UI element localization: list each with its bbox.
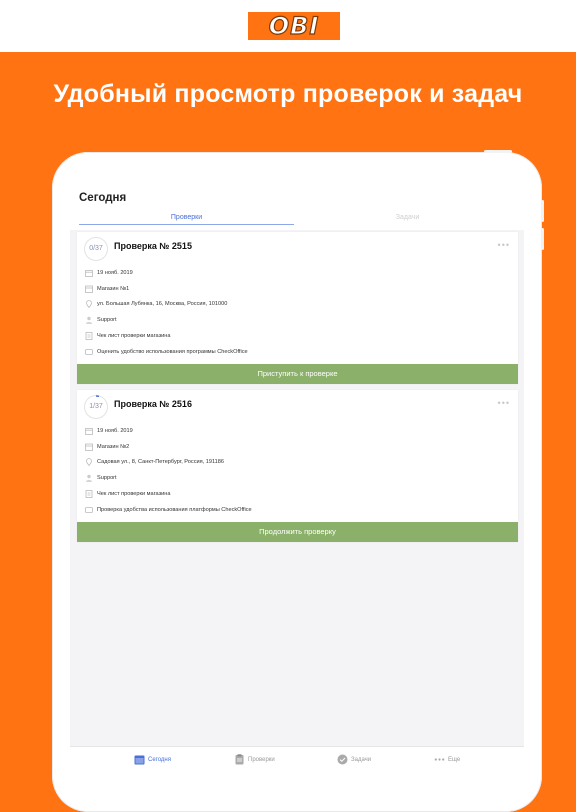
start-inspection-button[interactable]: Приступить к проверке	[77, 364, 518, 384]
person-icon	[85, 316, 93, 324]
inspection-card[interactable]: 0/37 Проверка № 2515 ••• 19 нояб. 2019 М…	[77, 232, 518, 384]
nav-label: Задачи	[351, 757, 372, 763]
device-side-button-1	[541, 200, 544, 222]
comment-icon	[85, 507, 93, 513]
row-text: Магазин №1	[97, 286, 130, 292]
check-circle-icon	[337, 754, 348, 765]
row-text: Магазин №2	[97, 444, 130, 450]
row-text: Садовая ул., 8, Санкт-Петербург, Россия,…	[97, 459, 225, 465]
card-title: Проверка № 2516	[114, 399, 192, 409]
nav-label: Сегодня	[148, 757, 171, 763]
row-text: Оценить удобство использования программы…	[97, 349, 248, 355]
more-icon	[434, 758, 445, 761]
store-icon	[85, 443, 93, 451]
device-top-button	[484, 150, 512, 153]
row-text: 19 нояб. 2019	[97, 428, 133, 434]
checklist-icon	[85, 332, 93, 340]
tab-indicator	[79, 224, 294, 225]
app-screen: Сегодня Проверки Задачи 0/37 Проверка № …	[70, 172, 524, 772]
svg-text:OBI: OBI	[269, 12, 320, 40]
progress-arc	[95, 395, 100, 398]
top-bar: OBI	[0, 0, 576, 52]
row-text: Проверка удобства использования платформ…	[97, 507, 252, 513]
progress-circle: 0/37	[84, 237, 108, 261]
row-text: Чек лист проверки магазина	[97, 333, 171, 339]
obi-logo: OBI	[248, 12, 340, 40]
tab-tasks[interactable]: Задачи	[300, 214, 515, 226]
row-text: Чек лист проверки магазина	[97, 491, 171, 497]
nav-label: Еще	[448, 757, 461, 763]
calendar-icon	[85, 428, 93, 435]
screen-header: Сегодня Проверки Задачи	[70, 172, 524, 230]
continue-inspection-button[interactable]: Продолжить проверку	[77, 522, 518, 542]
bottom-nav: Сегодня Проверки Задачи Еще	[70, 746, 524, 772]
nav-label: Проверки	[248, 757, 275, 763]
person-icon	[85, 474, 93, 482]
checklist-icon	[85, 490, 93, 498]
calendar-icon	[134, 755, 145, 765]
row-text: Support	[97, 475, 117, 481]
row-text: Support	[97, 317, 117, 323]
store-icon	[85, 285, 93, 293]
more-icon[interactable]: •••	[498, 240, 510, 250]
location-icon	[86, 458, 92, 466]
headline: Удобный просмотр проверок и задач	[53, 80, 523, 108]
comment-icon	[85, 349, 93, 355]
location-icon	[86, 300, 92, 308]
card-title: Проверка № 2515	[114, 241, 192, 251]
device-side-button-2	[541, 228, 544, 250]
clipboard-icon	[235, 754, 244, 765]
screen-title: Сегодня	[79, 192, 127, 204]
inspection-card[interactable]: 1/37 Проверка № 2516 ••• 19 нояб. 2019 М…	[77, 390, 518, 542]
row-text: 19 нояб. 2019	[97, 270, 133, 276]
calendar-icon	[85, 270, 93, 277]
row-text: ул. Большая Лубянка, 16, Москва, Россия,…	[97, 301, 228, 307]
more-icon[interactable]: •••	[498, 398, 510, 408]
